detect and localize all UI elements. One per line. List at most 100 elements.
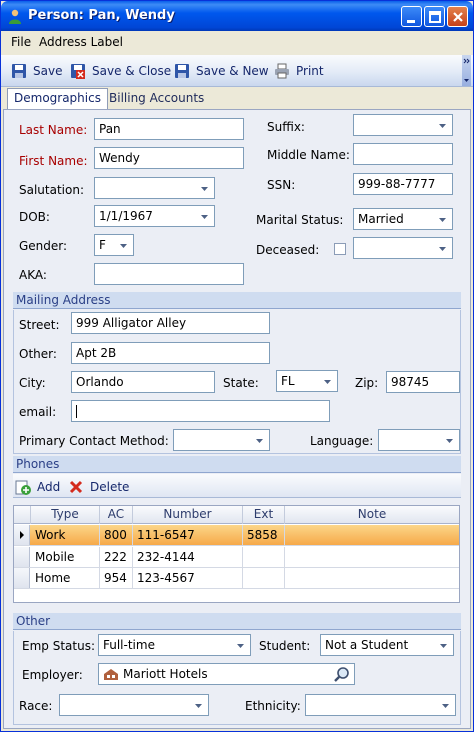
menu-file[interactable]: File xyxy=(11,35,31,49)
minimize-button[interactable] xyxy=(401,6,422,27)
other-address-input[interactable]: Apt 2B xyxy=(71,342,270,364)
salutation-label: Salutation: xyxy=(19,183,84,197)
mailing-address-header: Mailing Address xyxy=(13,292,461,309)
dob-value: 1/1/1967 xyxy=(99,209,153,223)
marital-status-select[interactable]: Married xyxy=(353,208,453,230)
row-selector[interactable] xyxy=(14,525,30,545)
save-new-icon xyxy=(175,64,189,78)
maximize-button[interactable] xyxy=(424,6,445,27)
chevron-down-icon xyxy=(120,244,127,248)
language-label: Language: xyxy=(310,434,374,448)
chevron-down-icon xyxy=(195,704,202,708)
save-close-label: Save & Close xyxy=(92,64,172,78)
state-select[interactable]: FL xyxy=(276,370,338,392)
chevron-down-icon xyxy=(237,644,244,648)
deceased-checkbox[interactable] xyxy=(334,243,346,255)
table-row[interactable]: Home 954 123-4567 xyxy=(14,568,459,589)
grid-header: Type AC Number Ext Note xyxy=(14,506,459,524)
table-row[interactable]: Work 800 111-6547 5858 xyxy=(14,525,459,546)
cell-ext[interactable] xyxy=(243,568,285,588)
zip-input[interactable]: 98745 xyxy=(386,371,460,393)
phones-header: Phones xyxy=(13,456,461,473)
save-close-icon xyxy=(71,64,85,79)
chevron-down-icon xyxy=(439,124,446,128)
chevron-down-icon xyxy=(201,187,208,191)
emp-status-select[interactable]: Full-time xyxy=(98,634,251,656)
primary-contact-method-select[interactable] xyxy=(173,429,270,451)
cell-number[interactable]: 232-4144 xyxy=(133,547,243,567)
menu-address-label[interactable]: Address Label xyxy=(39,35,123,49)
cell-ext[interactable]: 5858 xyxy=(243,525,285,545)
cell-number[interactable]: 111-6547 xyxy=(133,525,243,545)
col-ac[interactable]: AC xyxy=(100,506,133,524)
chevron-down-icon xyxy=(439,247,446,251)
window-title: Person: Pan, Wendy xyxy=(28,8,175,23)
cell-type[interactable]: Mobile xyxy=(31,547,100,567)
state-label: State: xyxy=(223,376,259,390)
title-bar[interactable]: Person: Pan, Wendy xyxy=(1,1,473,31)
chevron-down-icon xyxy=(446,439,453,443)
cell-note[interactable] xyxy=(285,568,459,588)
cell-note[interactable] xyxy=(285,525,459,545)
col-ext[interactable]: Ext xyxy=(243,506,285,524)
state-value: FL xyxy=(281,374,295,388)
print-button[interactable]: Print xyxy=(274,61,324,81)
cell-type[interactable]: Home xyxy=(31,568,100,588)
toolbar: Save Save & Close Save & New Print xyxy=(1,55,473,87)
cell-ext[interactable] xyxy=(243,547,285,567)
save-close-button[interactable]: Save & Close xyxy=(70,61,171,81)
aka-input[interactable] xyxy=(94,263,244,285)
last-name-input[interactable]: Pan xyxy=(94,118,244,140)
toolbar-overflow-chevron[interactable] xyxy=(462,55,471,86)
ssn-input[interactable]: 999-88-7777 xyxy=(353,173,453,195)
cell-ac[interactable]: 222 xyxy=(100,547,133,567)
tab-strip: Demographics Billing Accounts xyxy=(1,87,473,110)
tab-demographics[interactable]: Demographics xyxy=(7,88,108,110)
tab-billing-accounts[interactable]: Billing Accounts xyxy=(103,89,210,109)
cell-ac[interactable]: 954 xyxy=(100,568,133,588)
middle-name-input[interactable] xyxy=(353,143,453,165)
save-new-button[interactable]: Save & New xyxy=(174,61,269,81)
cell-number[interactable]: 123-4567 xyxy=(133,568,243,588)
street-input[interactable]: 999 Alligator Alley xyxy=(71,312,270,334)
delete-phone-button[interactable]: Delete xyxy=(68,477,129,497)
emp-status-value: Full-time xyxy=(103,638,155,652)
save-button[interactable]: Save xyxy=(11,61,62,81)
delete-label: Delete xyxy=(90,480,130,494)
gender-value: F xyxy=(99,238,106,252)
city-input[interactable]: Orlando xyxy=(71,371,215,393)
save-new-label: Save & New xyxy=(196,64,269,78)
other-address-label: Other: xyxy=(19,347,57,361)
student-select[interactable]: Not a Student xyxy=(320,634,454,656)
first-name-label: First Name: xyxy=(19,154,88,168)
race-select[interactable] xyxy=(59,694,209,716)
dob-picker[interactable]: 1/1/1967 xyxy=(94,205,215,227)
search-icon[interactable] xyxy=(333,666,350,683)
row-selector[interactable] xyxy=(14,568,30,588)
student-value: Not a Student xyxy=(325,638,409,652)
building-icon xyxy=(104,669,118,680)
email-input[interactable] xyxy=(71,400,330,422)
close-button[interactable] xyxy=(447,6,468,27)
gender-select[interactable]: F xyxy=(94,234,134,256)
last-name-label: Last Name: xyxy=(19,123,88,137)
salutation-select[interactable] xyxy=(94,177,215,199)
ethnicity-select[interactable] xyxy=(305,694,456,716)
cell-type[interactable]: Work xyxy=(31,525,100,545)
cell-ac[interactable]: 800 xyxy=(100,525,133,545)
row-selector[interactable] xyxy=(14,547,30,567)
chevron-down-icon xyxy=(256,439,263,443)
col-number[interactable]: Number xyxy=(133,506,243,524)
cell-note[interactable] xyxy=(285,547,459,567)
primary-contact-method-label: Primary Contact Method: xyxy=(19,434,169,448)
deceased-date-select[interactable] xyxy=(353,237,453,259)
table-row[interactable]: Mobile 222 232-4144 xyxy=(14,547,459,568)
suffix-select[interactable] xyxy=(353,114,453,136)
employer-lookup[interactable]: Mariott Hotels xyxy=(98,663,355,685)
add-phone-button[interactable]: Add xyxy=(15,477,60,497)
col-note[interactable]: Note xyxy=(285,506,459,524)
col-type[interactable]: Type xyxy=(31,506,100,524)
first-name-input[interactable]: Wendy xyxy=(94,147,244,169)
floppy-disk-icon xyxy=(12,64,26,78)
language-select[interactable] xyxy=(378,429,460,451)
